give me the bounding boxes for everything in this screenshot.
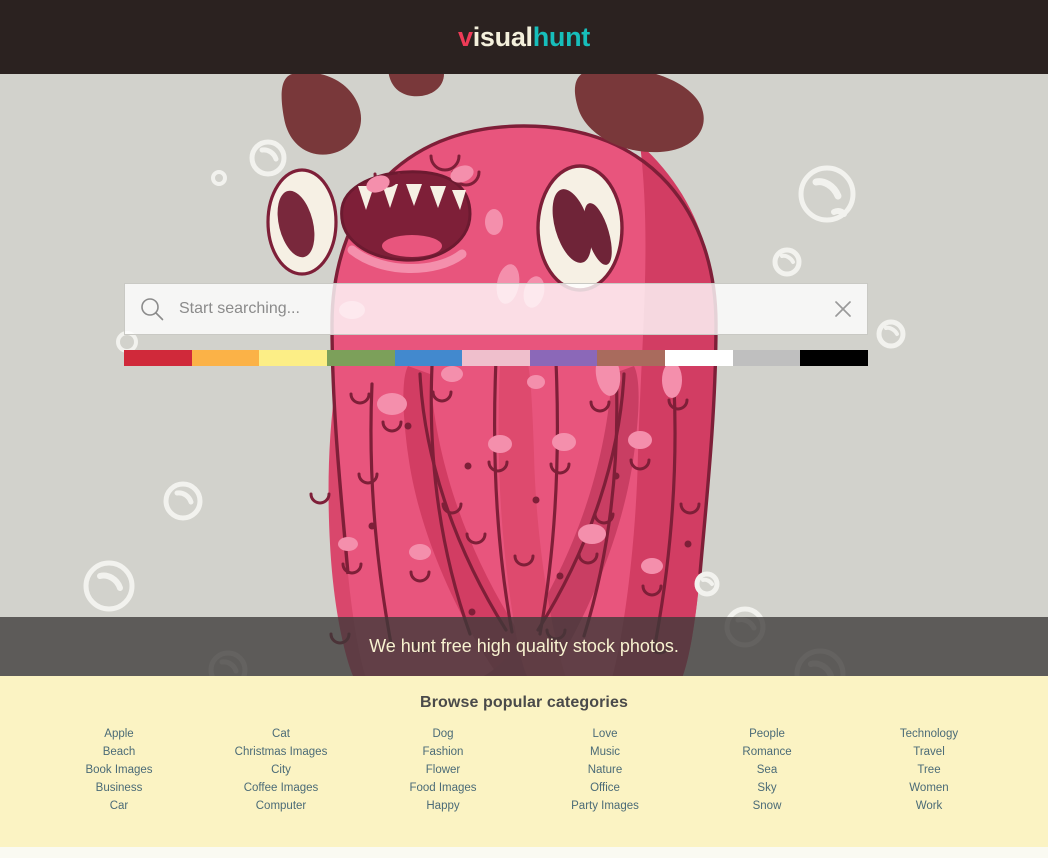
category-link[interactable]: Snow xyxy=(686,797,848,815)
color-swatch-purple[interactable] xyxy=(529,350,598,366)
category-column-4: Love Music Nature Office Party Images xyxy=(524,725,686,815)
category-link[interactable]: Sea xyxy=(686,761,848,779)
tagline-text: We hunt free high quality stock photos. xyxy=(369,636,679,656)
category-link[interactable]: Book Images xyxy=(38,761,200,779)
category-link[interactable]: City xyxy=(200,761,362,779)
category-link[interactable]: Sky xyxy=(686,779,848,797)
category-link[interactable]: Flower xyxy=(362,761,524,779)
color-swatch-blue[interactable] xyxy=(394,350,463,366)
tagline-band: We hunt free high quality stock photos. xyxy=(0,617,1048,676)
category-link[interactable]: Party Images xyxy=(524,797,686,815)
logo-part-hunt: hunt xyxy=(532,21,591,52)
category-link[interactable]: Christmas Images xyxy=(200,743,362,761)
category-link[interactable]: Office xyxy=(524,779,686,797)
category-link[interactable]: Coffee Images xyxy=(200,779,362,797)
category-link[interactable]: Computer xyxy=(200,797,362,815)
color-swatch-orange[interactable] xyxy=(191,350,260,366)
category-link[interactable]: Car xyxy=(38,797,200,815)
category-link[interactable]: Travel xyxy=(848,743,1010,761)
category-link[interactable]: Apple xyxy=(38,725,200,743)
category-link[interactable]: Business xyxy=(38,779,200,797)
category-link[interactable]: Nature xyxy=(524,761,686,779)
category-link[interactable]: Love xyxy=(524,725,686,743)
search-icon xyxy=(125,283,179,335)
categories-title: Browse popular categories xyxy=(420,694,628,711)
category-link[interactable]: Beach xyxy=(38,743,200,761)
color-swatch-yellow[interactable] xyxy=(259,350,327,366)
search-box[interactable] xyxy=(124,283,868,335)
category-column-1: Apple Beach Book Images Business Car xyxy=(38,725,200,815)
footer-strip xyxy=(0,847,1048,858)
color-filter-bar xyxy=(124,350,869,366)
category-column-6: Technology Travel Tree Women Work xyxy=(848,725,1010,815)
hero-section xyxy=(0,74,1048,676)
category-link[interactable]: Music xyxy=(524,743,686,761)
category-link[interactable]: Romance xyxy=(686,743,848,761)
category-column-3: Dog Fashion Flower Food Images Happy xyxy=(362,725,524,815)
color-swatch-brown[interactable] xyxy=(597,350,666,366)
logo-part-isual: isual xyxy=(472,21,533,52)
category-link[interactable]: Work xyxy=(848,797,1010,815)
category-link[interactable]: Cat xyxy=(200,725,362,743)
category-link[interactable]: Food Images xyxy=(362,779,524,797)
category-link[interactable]: Tree xyxy=(848,761,1010,779)
visualhunt-homepage: visualhunt Start searching... We hunt fr… xyxy=(0,0,1048,858)
categories-grid: Apple Beach Book Images Business Car Cat… xyxy=(0,725,1048,815)
category-link[interactable]: People xyxy=(686,725,848,743)
category-column-2: Cat Christmas Images City Coffee Images … xyxy=(200,725,362,815)
category-link[interactable]: Technology xyxy=(848,725,1010,743)
categories-section: Browse popular categories Apple Beach Bo… xyxy=(0,676,1048,847)
color-swatch-red[interactable] xyxy=(124,350,192,366)
monster-illustration xyxy=(0,74,1048,676)
category-column-5: People Romance Sea Sky Snow xyxy=(686,725,848,815)
category-link[interactable]: Dog xyxy=(362,725,524,743)
category-link[interactable]: Fashion xyxy=(362,743,524,761)
site-header: visualhunt xyxy=(0,0,1048,74)
color-swatch-black[interactable] xyxy=(800,350,869,366)
color-swatch-gray[interactable] xyxy=(732,350,801,366)
logo-part-v: v xyxy=(457,21,473,52)
color-swatch-pink[interactable] xyxy=(462,350,530,366)
search-input[interactable] xyxy=(179,284,819,334)
close-x-icon[interactable] xyxy=(819,283,867,335)
category-link[interactable]: Happy xyxy=(362,797,524,815)
site-logo[interactable]: visualhunt xyxy=(458,22,590,53)
category-link[interactable]: Women xyxy=(848,779,1010,797)
color-swatch-green[interactable] xyxy=(326,350,395,366)
search-bar xyxy=(124,283,868,335)
color-swatch-white[interactable] xyxy=(665,350,733,366)
